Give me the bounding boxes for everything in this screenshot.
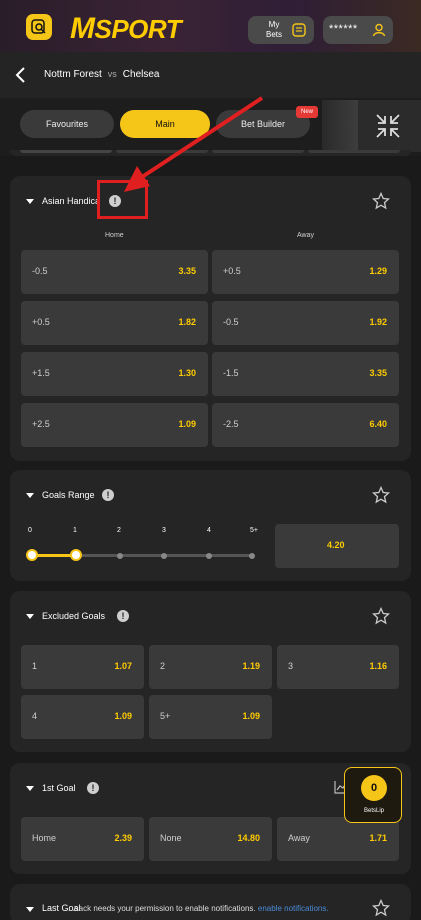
- page: MSPORT My Bets ****** Nottm Forest vs Chel…: [0, 0, 421, 920]
- annotation-arrow: [124, 96, 264, 192]
